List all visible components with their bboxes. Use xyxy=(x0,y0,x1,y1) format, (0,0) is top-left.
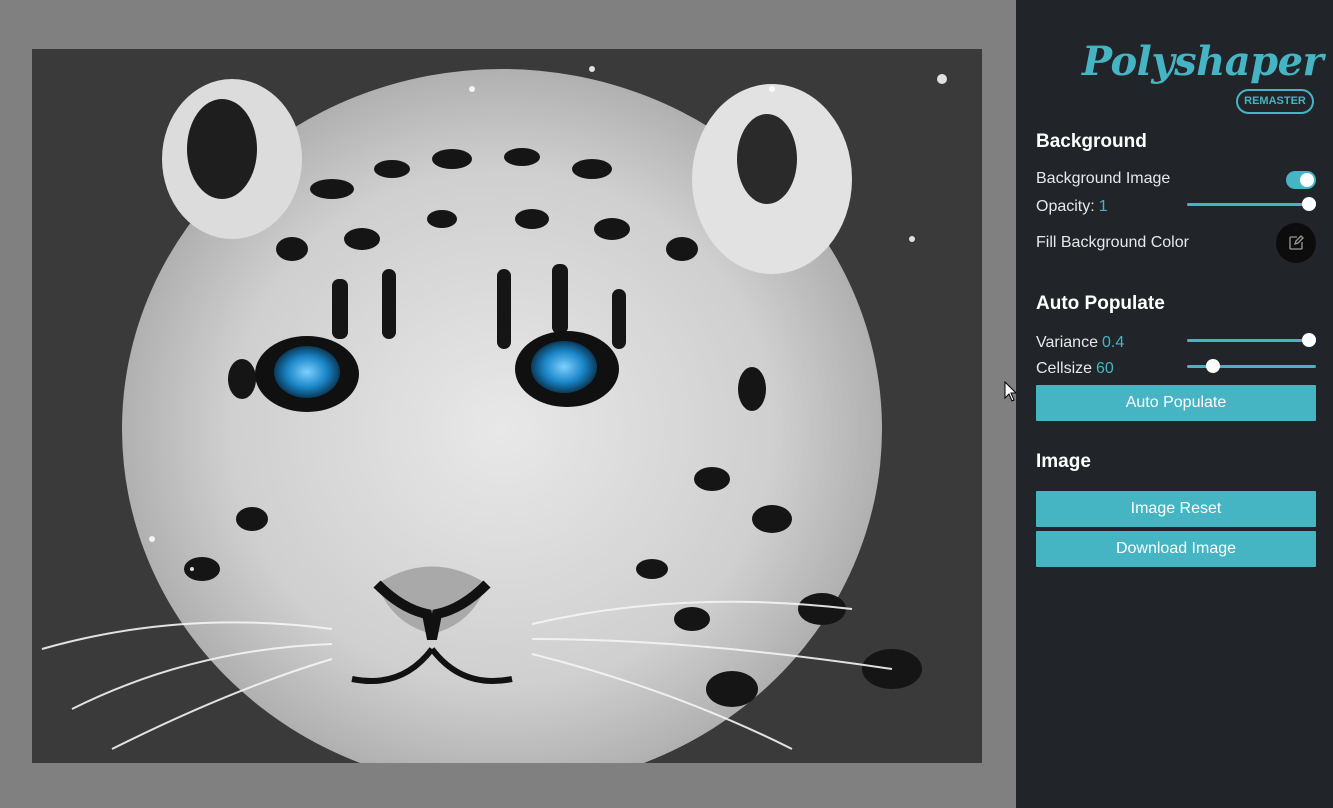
image-section-title: Image xyxy=(1036,451,1091,472)
auto-populate-section-title: Auto Populate xyxy=(1036,293,1165,314)
opacity-value: 1 xyxy=(1098,198,1108,215)
opacity-slider[interactable] xyxy=(1187,197,1316,211)
app-window: Polyshaper REMASTER Background Backgroun… xyxy=(0,0,1333,808)
canvas-area xyxy=(0,0,1016,808)
variance-value: 0.4 xyxy=(1101,334,1125,351)
app-logo: Polyshaper xyxy=(1082,38,1324,85)
cellsize-slider[interactable] xyxy=(1187,359,1316,373)
snow-leopard-image xyxy=(32,49,982,763)
edit-icon xyxy=(1289,235,1304,250)
variance-label-row: Variance 0.4 xyxy=(1036,334,1124,352)
opacity-label-row: Opacity: 1 xyxy=(1036,198,1108,216)
auto-populate-button[interactable]: Auto Populate xyxy=(1036,385,1316,421)
background-section-title: Background xyxy=(1036,131,1147,152)
variance-slider-thumb[interactable] xyxy=(1302,333,1316,347)
fill-background-label: Fill Background Color xyxy=(1036,234,1189,251)
cellsize-slider-thumb[interactable] xyxy=(1206,359,1220,373)
canvas-image[interactable] xyxy=(32,49,982,763)
cellsize-label-row: Cellsize 60 xyxy=(1036,360,1114,378)
background-image-toggle[interactable] xyxy=(1286,171,1316,189)
background-image-label: Background Image xyxy=(1036,170,1171,187)
fill-background-color-button[interactable] xyxy=(1276,223,1316,263)
remaster-badge: REMASTER xyxy=(1236,89,1314,114)
cellsize-value: 60 xyxy=(1096,360,1114,377)
download-image-button[interactable]: Download Image xyxy=(1036,531,1316,567)
opacity-label: Opacity: xyxy=(1036,198,1095,215)
variance-slider[interactable] xyxy=(1187,333,1316,347)
toggle-knob xyxy=(1300,173,1314,187)
image-reset-button[interactable]: Image Reset xyxy=(1036,491,1316,527)
variance-label: Variance xyxy=(1036,334,1098,351)
opacity-slider-thumb[interactable] xyxy=(1302,197,1316,211)
cellsize-label: Cellsize xyxy=(1036,360,1093,377)
